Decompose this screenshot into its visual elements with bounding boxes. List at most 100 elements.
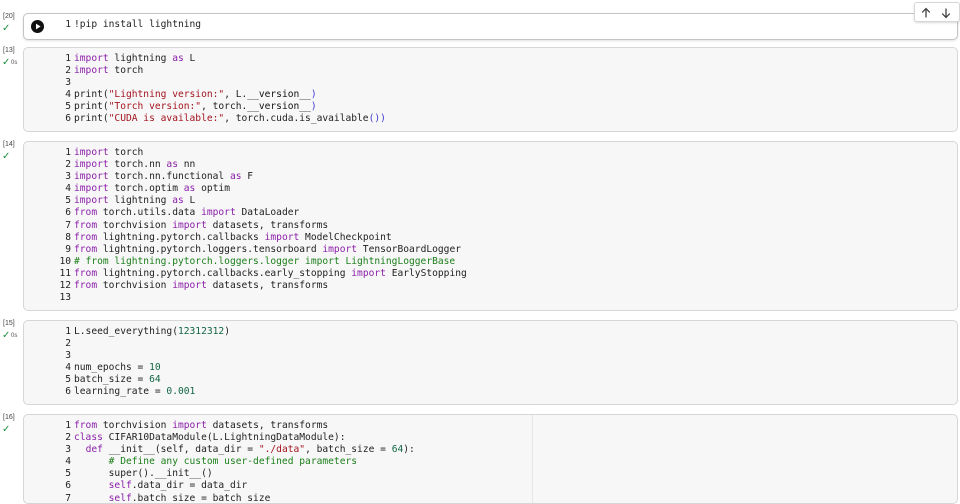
execution-count: [13] [3,47,15,54]
line-number: 10 [59,255,71,267]
code-token: torch.optim [108,183,184,195]
line-number: 12 [59,280,71,292]
code-line[interactable]: 5 print("Torch version:", torch.__version… [24,101,386,113]
code-line[interactable]: 3 import torch.nn.functional as F [24,171,467,183]
checkmark-icon: ✓ [2,57,11,68]
code-line[interactable]: 6 learning_rate = 0.001 [24,386,230,398]
code-editor[interactable]: 1 from torchvision import datasets, trans… [23,414,958,504]
code-line[interactable]: 6 from torch.utils.data import DataLoader [24,207,467,219]
code-token: class [74,432,103,444]
code-editor[interactable]: 1 L.seed_everything(12312312) 2 3 4 num_epoch… [23,320,958,405]
code-token: num_epochs = [74,362,150,374]
code-line[interactable]: 13 [24,292,467,304]
code-line[interactable]: 12 from torchvision import datasets, tran… [24,280,467,292]
code-token: import [74,171,109,183]
line-number: 1 [65,147,71,158]
code-token: .data_dir = data_dir [131,480,248,492]
code-token: "Lightning version:" [108,89,225,101]
code-cell[interactable]: [14] ✓ 1 import torch 2 import torch.nn as … [0,141,960,311]
code-token: from [74,420,98,431]
code-token: ) [310,101,317,113]
code-token: ModelCheckpoint [299,231,392,243]
code-line[interactable]: 7 from torchvision import datasets, trans… [24,220,467,232]
code-line[interactable]: 3 [24,77,386,89]
code-line[interactable]: 7 self.batch_size = batch_size [24,492,415,504]
code-token: "./data" [258,444,306,456]
code-line[interactable]: 10 # from lightning.pytorch.loggers.logge… [24,256,467,268]
code-line[interactable]: 6 print("CUDA is available:", torch.cuda.… [24,113,386,125]
code-editor[interactable]: 1 import lightning as L 2 import torch 3 4 pri… [23,47,958,132]
code-token: datasets, transforms [206,219,329,231]
code-editor[interactable]: 1 import torch 2 import torch.nn as nn 3 impo… [23,141,958,311]
code-token: def [85,444,103,456]
code-token: from [74,207,98,219]
code-editor[interactable]: 1 !pip install lightning [23,13,958,40]
line-number: 1 [65,326,71,337]
line-number: 6 [65,480,71,492]
arrow-up-icon[interactable] [919,5,933,19]
code-token: import [74,159,109,171]
code-token: # Define any custom user-defined paramet… [108,456,358,468]
code-line[interactable]: 5 batch_size = 64 [24,374,230,386]
line-number: 1 [65,19,71,30]
code-line[interactable]: 2 import torch [24,65,386,77]
code-token: import [172,280,207,292]
code-token: ) [310,89,317,101]
line-number: 6 [65,207,71,219]
code-line[interactable]: 8 from lightning.pytorch.callbacks import… [24,232,467,244]
execution-count: [16] [3,414,15,421]
code-line[interactable]: 3 [24,350,230,362]
code-lines: 1 !pip install lightning [24,19,201,31]
code-line[interactable]: 3 def __init__(self, data_dir = "./data"… [24,444,415,456]
line-number: 4 [65,456,71,468]
code-line[interactable]: 1 L.seed_everything(12312312) [24,326,230,338]
code-cell[interactable]: [20] ✓ 1 !pip install lightning [0,13,960,40]
code-line[interactable]: 2 class CIFAR10DataModule(L.LightningData… [24,432,415,444]
line-number: 2 [65,432,71,444]
line-number: 1 [65,420,71,431]
code-line[interactable]: 4 num_epochs = 10 [24,362,230,374]
code-line[interactable]: 1 from torchvision import datasets, trans… [24,420,415,432]
code-token: lightning.pytorch.callbacks.early_stoppi… [97,267,352,279]
code-line[interactable]: 9 from lightning.pytorch.loggers.tensorbo… [24,244,467,256]
code-line[interactable]: 1 import lightning as L [24,53,386,65]
code-line[interactable]: 1 !pip install lightning [24,19,201,31]
line-number: 3 [65,350,71,362]
execution-count: [15] [3,320,15,327]
arrow-down-icon[interactable] [939,5,953,19]
line-number: 13 [59,292,71,304]
code-token: torchvision [97,420,173,431]
code-token: as [172,195,184,207]
code-token: optim [195,183,230,195]
code-token: from [74,280,98,292]
code-line[interactable]: 2 [24,338,230,350]
code-token: from [74,231,98,243]
line-number: 7 [65,492,71,504]
code-cell[interactable]: [15] ✓ 0s 1 L.seed_everything(12312312) 2 3… [0,320,960,405]
code-token: print( [74,113,109,125]
code-line[interactable]: 4 # Define any custom user-defined param… [24,456,415,468]
code-cell[interactable]: [13] ✓ 0s 1 import lightning as L 2 import … [0,47,960,132]
code-token: DataLoader [235,207,300,219]
code-line[interactable]: 4 import torch.optim as optim [24,183,467,195]
code-token: torch.nn [108,159,167,171]
code-token: 64 [391,444,404,456]
code-token: import [201,207,236,219]
code-line[interactable]: 5 super().__init__() [24,468,415,480]
code-token: as [166,159,178,171]
code-cell[interactable]: [16] ✓ 1 from torchvision import datasets… [0,414,960,504]
code-line[interactable]: 6 self.data_dir = data_dir [24,480,415,492]
code-token: ) [224,326,230,337]
code-line[interactable]: 1 import torch [24,147,467,159]
line-number: 2 [65,338,71,350]
line-number: 11 [59,267,71,279]
code-line[interactable]: 5 import lightning as L [24,195,467,207]
code-line[interactable]: 11 from lightning.pytorch.callbacks.early… [24,267,466,280]
line-number: 1 [65,53,71,64]
code-token: torchvision [97,280,173,292]
code-line[interactable]: 2 import torch.nn as nn [24,159,467,171]
code-token: from [74,267,98,279]
code-token: import [74,183,109,195]
code-line[interactable]: 4 print("Lightning version:", L.__version… [24,89,386,101]
